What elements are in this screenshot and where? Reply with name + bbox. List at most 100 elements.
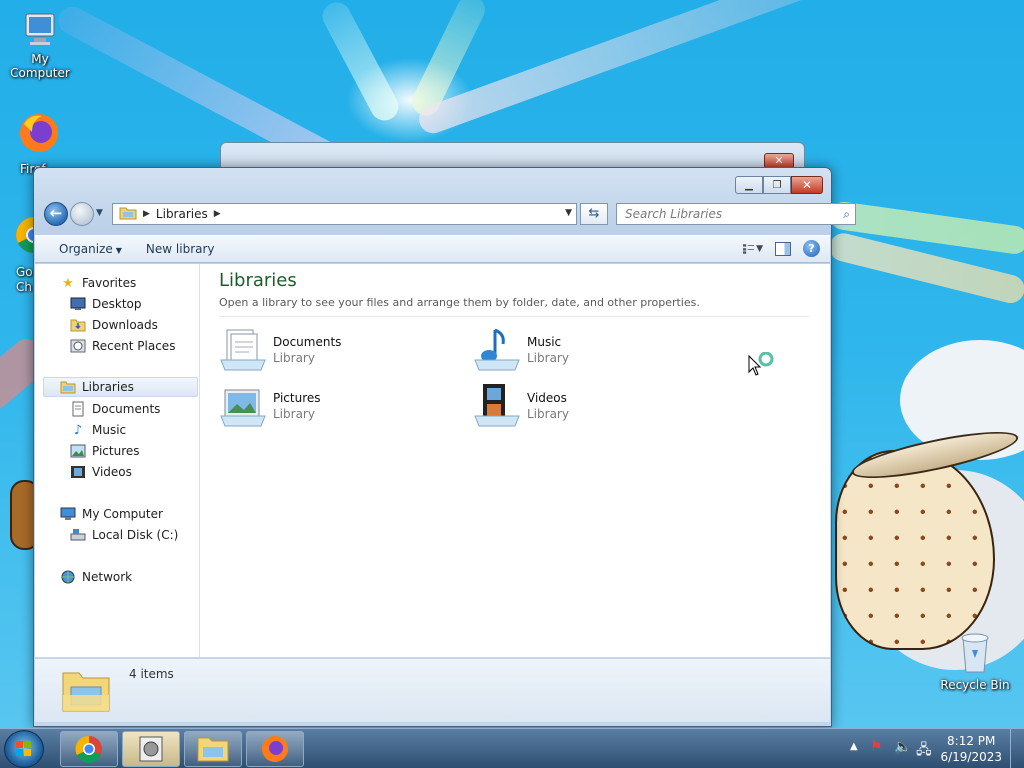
navigation-pane: ★ Favorites Desktop Downloads Recent Pla… [35,264,200,657]
desktop-icon [70,296,86,312]
forward-button[interactable] [70,202,94,226]
desktop-icon-firefox[interactable]: Firef [0,110,58,176]
nav-videos-label: Videos [92,465,132,479]
nav-desktop[interactable]: Desktop [70,294,142,314]
network-status-icon[interactable]: 🖧 [916,739,932,763]
maximize-button[interactable]: ❐ [763,176,791,194]
breadcrumb-libraries[interactable]: Libraries [156,207,208,221]
nav-documents-label: Documents [92,402,161,416]
computer-icon [60,506,76,522]
taskbar-explorer[interactable] [184,731,242,767]
volume-muted-icon[interactable]: 🔈 [894,739,911,755]
close-button[interactable]: ✕ [791,176,823,194]
nav-my-computer-label: My Computer [82,507,163,521]
page-title: Libraries [219,270,297,291]
nav-downloads-label: Downloads [92,318,158,332]
organize-button[interactable]: Organize ▼ [35,242,134,256]
wallpaper-ray [317,0,404,126]
desktop-icon-label: My Computer [10,52,70,80]
music-icon: ♪ [73,422,83,438]
nav-network-label: Network [82,570,133,584]
library-documents[interactable]: Documents Library [219,326,449,374]
libraries-large-icon [61,665,111,715]
wallpaper-ray [415,0,858,138]
search-icon[interactable]: ⌕ [843,204,850,224]
explorer-window[interactable]: ▁ ❐ ✕ ← ▼ ▶ Libraries ▶ ▼ ⇆ Search Libra… [33,167,856,727]
explorer-icon [197,737,229,762]
show-hidden-icons-button[interactable]: ▲ [850,741,858,752]
taskbar-firefox[interactable] [246,731,304,767]
taskbar-chrome[interactable] [60,731,118,767]
taskbar: ▲ ⚑ 🔈 🖧 8:12 PM 6/19/2023 [0,728,1024,768]
library-name: Documents [273,335,342,349]
nav-documents[interactable]: Documents [70,399,160,419]
explorer-content: ★ Favorites Desktop Downloads Recent Pla… [35,264,830,658]
recent-pages-dropdown[interactable]: ▼ [96,208,103,218]
nav-favorites-label: Favorites [82,276,137,290]
nav-music[interactable]: ♪ Music [70,420,126,440]
address-bar[interactable]: ▶ Libraries ▶ ▼ [112,203,577,225]
view-options-dropdown[interactable]: ▼ [756,244,763,254]
nav-favorites[interactable]: ★ Favorites [60,273,136,293]
clock-time: 8:12 PM [947,734,996,748]
back-button[interactable]: ← [44,202,68,226]
nav-music-label: Music [92,423,127,437]
library-type: Library [527,351,569,365]
nav-libraries-label: Libraries [82,380,134,394]
refresh-button[interactable]: ⇆ [580,203,608,225]
videos-icon [70,464,86,480]
desktop-icon-label: Recycle Bin [940,678,1010,692]
nav-network[interactable]: Network [60,567,132,587]
library-type: Library [527,407,569,421]
nav-pictures-label: Pictures [92,444,140,458]
desktop-icon-recycle-bin[interactable]: Recycle Bin [935,630,1015,692]
command-bar: Organize ▼ New library ▼ ? [35,235,830,263]
show-desktop-button[interactable] [1010,729,1024,768]
media-player-icon [139,736,163,762]
nav-my-computer[interactable]: My Computer [60,504,163,524]
breadcrumb-separator[interactable]: ▶ [143,209,150,219]
clock[interactable]: 8:12 PM 6/19/2023 [940,733,1002,765]
desktop-icon-my-computer[interactable]: My Computer [0,10,80,80]
help-button[interactable]: ? [803,240,820,257]
window-caption-buttons: ▁ ❐ ✕ [735,176,823,194]
recycle-bin-icon [955,630,995,676]
taskbar-media-player[interactable] [122,731,180,767]
breadcrumb-separator[interactable]: ▶ [214,209,221,219]
item-count: 4 items [129,667,174,681]
details-pane: 4 items [35,659,830,722]
library-videos[interactable]: Videos Library [473,382,703,430]
nav-libraries[interactable]: Libraries [43,377,198,397]
organize-label: Organize [59,242,113,256]
action-center-icon[interactable]: ⚑ [870,739,883,755]
new-library-button[interactable]: New library [134,242,227,256]
documents-library-icon [219,326,267,374]
minimize-button[interactable]: ▁ [735,176,763,194]
libraries-folder-icon [119,206,137,223]
nav-local-disk[interactable]: Local Disk (C:) [70,525,178,545]
change-view-button[interactable]: ▼ [743,241,763,257]
library-name: Pictures [273,391,321,405]
new-library-label: New library [145,242,215,256]
nav-recent-places[interactable]: Recent Places [70,336,175,356]
search-placeholder: Search Libraries [625,207,723,221]
network-icon [60,569,76,585]
navigation-bar: ← ▼ ▶ Libraries ▶ ▼ ⇆ Search Libraries ⌕ [42,202,856,226]
preview-pane-button[interactable] [775,241,791,256]
downloads-folder-icon [70,317,86,333]
libraries-view: Libraries Open a library to see your fil… [201,264,830,657]
search-input[interactable]: Search Libraries ⌕ [616,203,856,225]
library-type: Library [273,351,315,365]
nav-videos[interactable]: Videos [70,462,132,482]
address-dropdown[interactable]: ▼ [565,208,572,218]
videos-library-icon [473,382,521,430]
library-music[interactable]: Music Library [473,326,703,374]
nav-pictures[interactable]: Pictures [70,441,140,461]
library-pictures[interactable]: Pictures Library [219,382,449,430]
pictures-icon [70,443,86,459]
busy-cursor [748,351,778,376]
page-subtitle: Open a library to see your files and arr… [219,296,700,309]
start-button[interactable] [4,730,44,768]
nav-downloads[interactable]: Downloads [70,315,158,335]
clock-date: 6/19/2023 [940,750,1002,764]
